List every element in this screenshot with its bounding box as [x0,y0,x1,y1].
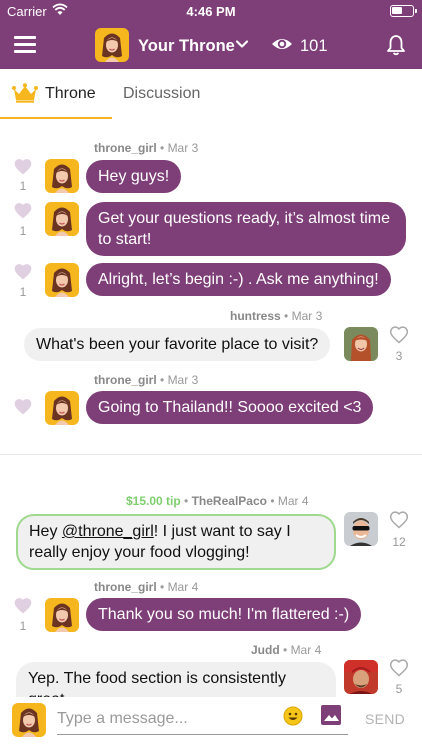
message-meta: $15.00 tip • TheRealPaco • Mar 4 [126,494,309,508]
message-date: Mar 4 [290,643,322,657]
message-meta: throne_girl • Mar 3 [94,373,198,387]
sender-avatar[interactable] [45,159,79,193]
meta-separator: • [270,494,275,508]
like-count: 1 [19,224,27,238]
menu-icon[interactable] [14,36,36,54]
header-title[interactable]: Your Throne [138,37,235,56]
crown-icon [12,83,38,103]
app-root: Carrier 4:46 PM Your Throne 101 Throne D… [0,0,422,750]
message-input[interactable] [57,703,348,735]
sender-name[interactable]: throne_girl [94,580,157,594]
heart-icon[interactable] [13,201,33,221]
tab-bar: Throne Discussion [0,69,422,119]
sender-name[interactable]: throne_girl [94,141,157,155]
message-date: Mar 3 [167,373,199,387]
tip-amount: $15.00 tip [126,494,181,508]
my-avatar [12,703,46,737]
sender-name[interactable]: throne_girl [94,373,157,387]
meta-separator: • [160,141,165,155]
heart-icon[interactable] [13,262,33,282]
sender-name[interactable]: huntress [230,309,281,323]
message-bubble: Going to Thailand!! Soooo excited <3 [86,391,374,424]
status-time: 4:46 PM [186,4,236,19]
send-button[interactable]: SEND [365,711,405,727]
heart-icon[interactable] [13,397,33,417]
heart-icon[interactable] [13,596,33,616]
message-bubble: Yep. The food section is consistently gr… [16,662,336,697]
message-meta: throne_girl • Mar 4 [94,580,198,594]
sender-avatar[interactable] [344,327,378,361]
chevron-down-icon[interactable] [234,36,250,52]
like-count: 1 [19,285,27,299]
message-bubble: Get your questions ready, it’s almost ti… [86,202,406,256]
message-meta: Judd • Mar 4 [251,643,321,657]
tipped-message-bubble: Hey @throne_girl! I just want to say I r… [16,514,336,570]
heart-icon[interactable] [388,325,410,345]
viewer-count: 101 [300,37,328,55]
message-bubble: Alright, let’s begin :-) . Ask me anythi… [86,263,391,296]
message-list: throne_girl • Mar 3 1 Hey guys! 1 Get yo… [0,119,422,697]
sender-avatar[interactable] [45,391,79,425]
eye-icon [272,39,292,49]
app-header: Your Throne 101 [0,22,422,69]
sender-name[interactable]: TheRealPaco [192,494,267,508]
sender-avatar[interactable] [344,660,378,694]
status-bar: Carrier 4:46 PM [0,0,422,22]
message-bubble: Hey guys! [86,160,182,193]
message-date: Mar 3 [291,309,323,323]
message-composer: SEND [0,697,422,750]
bell-icon[interactable] [386,34,406,56]
message-bubble: What's been your favorite place to visit… [24,328,331,361]
image-icon[interactable] [320,704,342,726]
message-date: Mar 4 [167,580,199,594]
heart-icon[interactable] [388,658,410,678]
sender-avatar[interactable] [45,263,79,297]
sender-name[interactable]: Judd [251,643,280,657]
tab-throne-label: Throne [45,85,96,102]
message-bubble: Thank you so much! I'm flattered :-) [86,598,362,631]
meta-separator: • [284,309,289,323]
emoji-icon[interactable] [283,706,303,726]
divider [0,454,422,455]
message-date: Mar 4 [277,494,309,508]
tab-discussion-label: Discussion [123,85,201,102]
message-meta: huntress • Mar 3 [230,309,322,323]
like-count: 1 [19,619,27,633]
tab-discussion[interactable]: Discussion [112,69,222,119]
message-meta: throne_girl • Mar 3 [94,141,198,155]
heart-icon[interactable] [388,510,410,530]
meta-separator: • [283,643,288,657]
mention-link[interactable]: @throne_girl [62,523,154,540]
sender-avatar[interactable] [344,512,378,546]
meta-separator: • [160,373,165,387]
like-count: 3 [395,349,403,363]
like-count: 12 [392,535,406,549]
meta-separator: • [184,494,189,508]
like-count: 1 [19,179,27,193]
sender-avatar[interactable] [45,598,79,632]
header-avatar[interactable] [95,28,129,62]
heart-icon[interactable] [13,157,33,177]
like-count: 5 [395,682,403,696]
message-date: Mar 3 [167,141,199,155]
tab-throne[interactable]: Throne [0,69,112,119]
sender-avatar[interactable] [45,202,79,236]
meta-separator: • [160,580,165,594]
message-text: Hey [29,523,62,540]
battery-icon [390,5,417,17]
